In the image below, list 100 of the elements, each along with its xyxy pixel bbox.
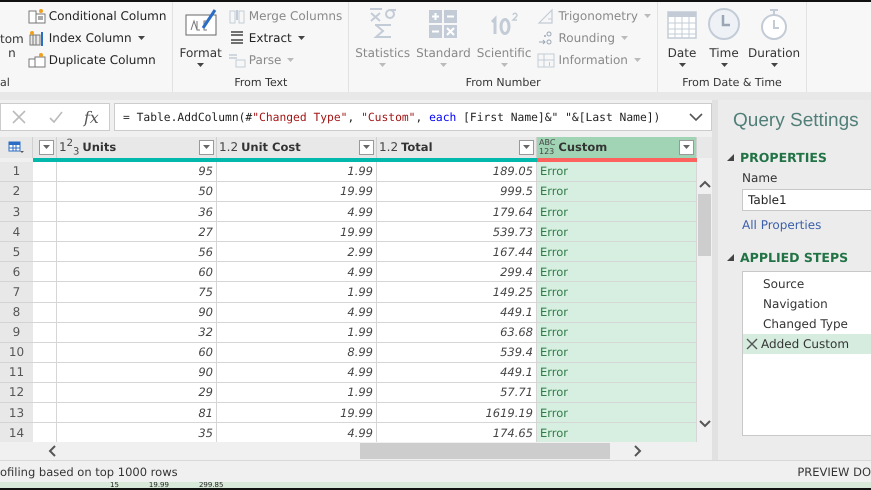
applied-step[interactable]: Navigation (743, 294, 871, 314)
row-number: 11 (0, 362, 33, 383)
table-cell: 4.99 (217, 362, 377, 383)
filter-dropdown-button[interactable] (359, 140, 374, 155)
table-cell: 90 (57, 362, 217, 383)
table-cell (33, 382, 57, 403)
preview-status: PREVIEW DO (797, 464, 871, 478)
table-cell: 1.99 (217, 382, 377, 403)
table-cell: 60 (57, 342, 217, 363)
applied-step[interactable]: Source (743, 274, 871, 294)
caret-icon (620, 36, 628, 40)
applied-step[interactable]: Changed Type (743, 314, 871, 334)
triangle-ruler-icon (537, 8, 556, 24)
row-number: 13 (0, 402, 33, 424)
table-cell: Error (537, 322, 697, 343)
table-cell: 27 (57, 222, 217, 242)
ribbon-button[interactable]: Duration (746, 6, 802, 76)
caret-icon (523, 145, 530, 150)
table-cell: 4.99 (217, 302, 377, 323)
chevron-down-icon (689, 112, 703, 122)
table-cell: 4.99 (217, 262, 377, 282)
table-cell: Error (537, 202, 697, 222)
table-cell: 539.4 (377, 342, 537, 363)
applied-step[interactable]: Added Custom (743, 334, 871, 354)
table-cell: 32 (57, 322, 217, 343)
table-cell: 999.5 (377, 182, 537, 202)
merge-columns-icon (228, 8, 246, 24)
row-number: 14 (0, 423, 33, 442)
table-cell: Error (537, 342, 697, 363)
table-cell: 449.1 (377, 302, 537, 323)
row-number: 12 (0, 382, 33, 403)
ribbon-button[interactable]: Time (704, 6, 744, 76)
table-cell: 4.99 (217, 202, 377, 222)
function-label: fx (84, 108, 99, 126)
panel-title: Query Settings (733, 110, 860, 132)
filter-dropdown-button[interactable] (519, 140, 534, 155)
group-label: From Text (233, 76, 288, 90)
caret-icon (197, 63, 204, 67)
information-table-icon (537, 52, 556, 68)
table-cell: 1619.19 (377, 402, 537, 424)
formula-field[interactable]: = Table.AddColumn(#"Changed Type", "Custom", each [First Name]&" "&[Last Name]) (114, 103, 712, 131)
scroll-thumb[interactable] (360, 443, 610, 460)
table-cell: 36 (57, 202, 217, 222)
scroll-right-icon (634, 445, 642, 458)
table-cell (33, 242, 57, 262)
caret-icon (287, 58, 294, 62)
caret-icon (720, 63, 728, 67)
table-cell: 57.71 (377, 382, 537, 403)
scroll-down-icon (698, 420, 710, 428)
table-cell: Error (537, 162, 697, 182)
section-header[interactable]: APPLIED STEPS (727, 250, 871, 265)
filter-dropdown-button[interactable] (39, 140, 54, 155)
table-cell (33, 402, 57, 424)
duplicate-column-icon (28, 52, 46, 68)
table-cell: Error (537, 262, 697, 282)
filter-dropdown-button[interactable] (199, 140, 214, 155)
table-cell: 19.99 (217, 222, 377, 242)
table-cell: 63.68 (377, 322, 537, 343)
row-number: 7 (0, 282, 33, 302)
table-cell: Error (537, 423, 697, 442)
table-cell: 50 (57, 182, 217, 202)
table-cell: 299.4 (377, 262, 537, 282)
ribbon-button[interactable]: Conditional Column (26, 6, 168, 26)
table-cell: 149.25 (377, 282, 537, 302)
filter-dropdown-button[interactable] (679, 140, 694, 155)
table-cell (33, 262, 57, 282)
table-cell: 35 (57, 423, 217, 442)
section-header[interactable]: PROPERTIES (727, 150, 871, 165)
ribbon-button[interactable]: Format (177, 6, 224, 76)
scroll-up-icon (698, 180, 710, 188)
all-properties-link[interactable]: All Properties (742, 218, 871, 232)
table-cell: 449.1 (377, 362, 537, 383)
row-number: 2 (0, 182, 33, 202)
ribbon-button[interactable]: Duplicate Column (26, 50, 168, 70)
table-cell: Error (537, 402, 697, 424)
name-input-field[interactable]: Table1 (742, 189, 871, 211)
ribbon-button[interactable]: tom n (0, 6, 24, 76)
caret-icon (43, 145, 50, 150)
table-cell: 56 (57, 242, 217, 262)
conditional-column-icon (28, 8, 46, 24)
ribbon-button[interactable]: Date (662, 6, 702, 76)
table-cell: Error (537, 302, 697, 323)
caret-icon (363, 145, 370, 150)
row-number: 4 (0, 222, 33, 242)
table-cell: 81 (57, 402, 217, 424)
row-number: 9 (0, 322, 33, 343)
table-cell: 4.99 (217, 423, 377, 442)
caret-icon (379, 63, 386, 67)
parse-icon (228, 52, 246, 68)
field-label: Name (742, 171, 778, 185)
group-label: al (0, 76, 11, 90)
table-cell (33, 222, 57, 242)
table-cell: Error (537, 182, 697, 202)
table-cell: Error (537, 222, 697, 242)
ribbon-button[interactable]: Extract (226, 28, 344, 48)
table-cell: 1.99 (217, 322, 377, 343)
row-number: 1 (0, 162, 33, 182)
ribbon-button[interactable]: Index Column (26, 28, 168, 48)
scroll-thumb[interactable] (698, 194, 711, 256)
table-cell: 19.99 (217, 182, 377, 202)
